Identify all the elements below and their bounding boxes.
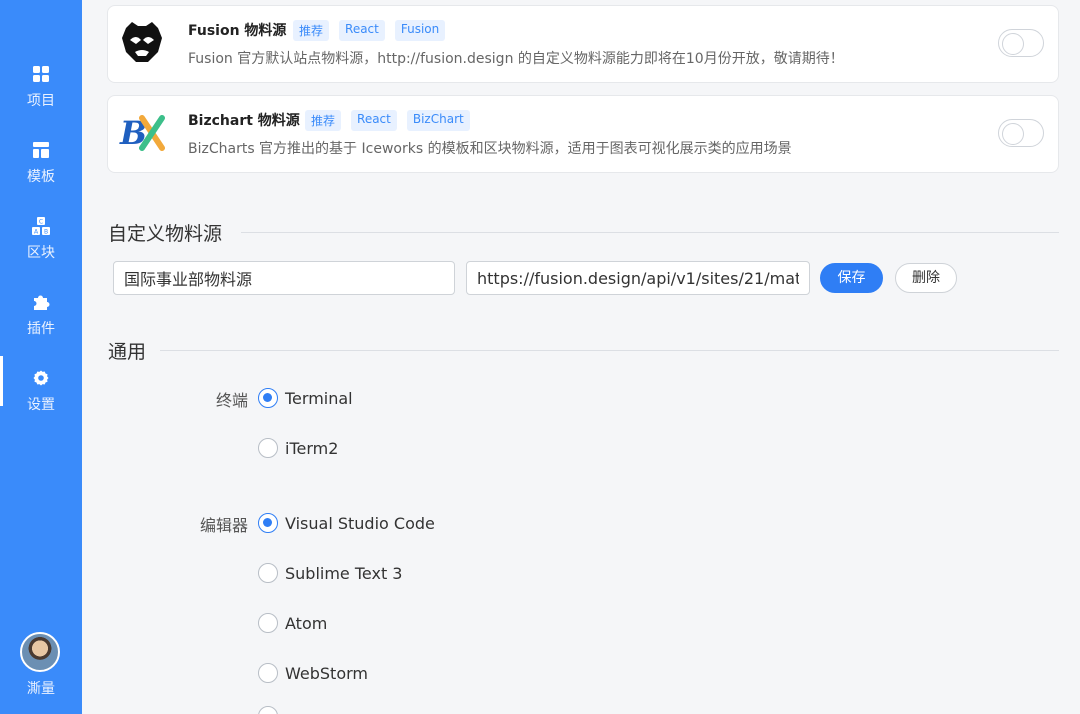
sidebar-item-settings[interactable]: 设置: [0, 354, 82, 424]
tag-list: 推荐 React BizChart: [305, 110, 470, 131]
tag: Fusion: [394, 20, 446, 41]
radio-dot: [258, 613, 278, 633]
material-toggle[interactable]: [998, 119, 1044, 147]
svg-text:B: B: [44, 229, 48, 236]
sidebar-item-label: 区块: [27, 245, 55, 261]
radio-vscode[interactable]: Visual Studio Code: [258, 513, 435, 533]
source-name-input[interactable]: [113, 261, 455, 295]
radio-label: Visual Studio Code: [285, 513, 435, 533]
tag-list: 推荐 React Fusion: [293, 20, 446, 41]
section-title-general: 通用: [108, 341, 147, 363]
radio-iterm2[interactable]: iTerm2: [258, 438, 338, 458]
material-title: Fusion 物料源: [188, 23, 287, 39]
sidebar-item-plugins[interactable]: 插件: [0, 278, 82, 348]
svg-text:C: C: [39, 219, 43, 226]
delete-button[interactable]: 删除: [895, 263, 957, 293]
editor-label: 编辑器: [199, 516, 248, 535]
sidebar-item-label: 项目: [27, 93, 55, 109]
radio-dot: [258, 513, 278, 533]
radio-label: WebStorm: [285, 663, 368, 683]
avatar[interactable]: [20, 632, 60, 672]
radio-label: Sublime Text 3: [285, 563, 403, 583]
grid-icon: [33, 66, 49, 82]
tag: React: [351, 110, 397, 131]
radio-atom[interactable]: Atom: [258, 613, 327, 633]
radio-dot: [258, 563, 278, 583]
sidebar-item-label: 设置: [27, 397, 55, 413]
puzzle-icon: [34, 295, 50, 310]
bizchart-logo-icon: B: [119, 114, 165, 152]
radio-label: Atom: [285, 613, 328, 633]
radio-label: Terminal: [285, 388, 353, 408]
radio-dot: [258, 706, 278, 714]
radio-dot: [258, 663, 278, 683]
layout-icon: [33, 142, 49, 158]
sidebar-item-blocks[interactable]: C A B 区块: [0, 202, 82, 272]
terminal-label: 终端: [215, 391, 248, 410]
material-card-bizchart: B Bizchart 物料源 推荐 React BizChart BizChar…: [107, 95, 1059, 173]
sidebar-item-label: 模板: [27, 169, 55, 185]
sidebar-item-templates[interactable]: 模板: [0, 126, 82, 196]
sidebar-item-label: 插件: [27, 321, 55, 337]
radio-terminal[interactable]: Terminal: [258, 388, 353, 408]
divider: [241, 232, 1059, 233]
section-title-custom-source: 自定义物料源: [108, 223, 223, 245]
radio-sublime[interactable]: Sublime Text 3: [258, 563, 402, 583]
material-title: Bizchart 物料源: [188, 113, 300, 129]
fusion-logo-icon: [122, 22, 162, 62]
sidebar-item-projects[interactable]: 项目: [0, 50, 82, 120]
material-description: BizCharts 官方推出的基于 Iceworks 的模板和区块物料源，适用于…: [188, 141, 792, 157]
sidebar: 项目 模板 C A B 区块 插件 设置 澌量: [0, 0, 82, 714]
tag: React: [339, 20, 385, 41]
material-card-fusion: Fusion 物料源 推荐 React Fusion Fusion 官方默认站点…: [107, 5, 1059, 83]
radio-dot: [258, 388, 278, 408]
tag: 推荐: [305, 110, 342, 131]
tag: 推荐: [293, 20, 330, 41]
radio-label: iTerm2: [285, 438, 339, 458]
source-url-input[interactable]: [466, 261, 810, 295]
gear-icon: [33, 370, 49, 386]
save-button[interactable]: 保存: [820, 263, 883, 293]
user-name: 澌量: [27, 681, 55, 697]
blocks-icon: C A B: [32, 217, 50, 236]
material-description: Fusion 官方默认站点物料源，http://fusion.design 的自…: [188, 51, 844, 67]
tag: BizChart: [406, 110, 470, 131]
radio-dot: [258, 438, 278, 458]
radio-more[interactable]: [258, 706, 278, 714]
divider: [160, 350, 1059, 351]
radio-webstorm[interactable]: WebStorm: [258, 663, 368, 683]
main-content: Fusion 物料源 推荐 React Fusion Fusion 官方默认站点…: [82, 0, 1080, 714]
material-toggle[interactable]: [998, 29, 1044, 57]
